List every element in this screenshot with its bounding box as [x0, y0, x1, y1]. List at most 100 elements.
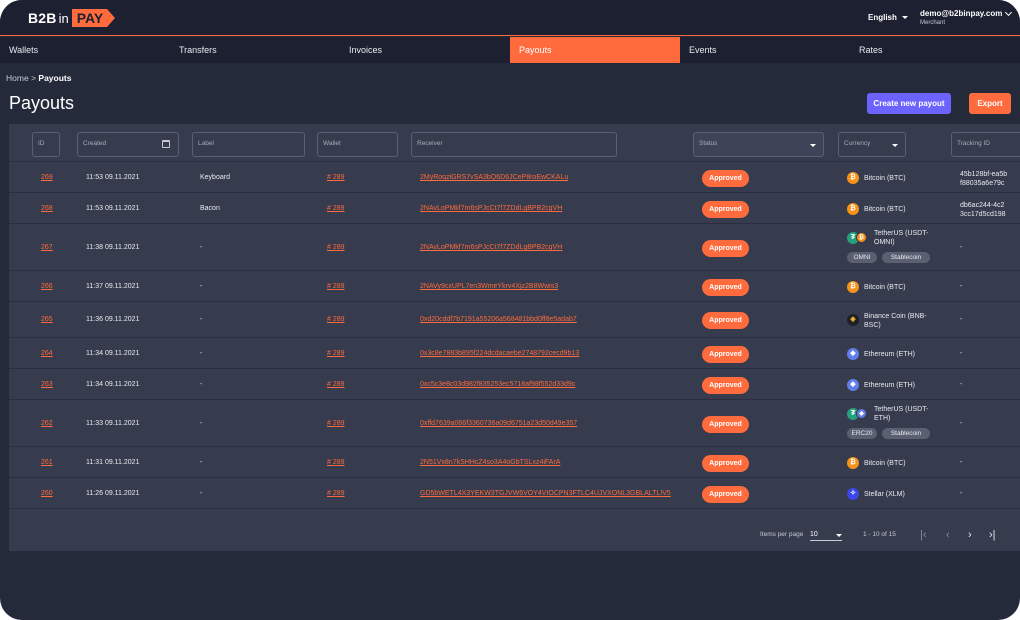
receiver-address-link[interactable]: 2MyRoqziGRS7vSA3bQ6D6JCeP8roEwCKALu: [420, 174, 568, 181]
payout-id-link[interactable]: 260: [41, 490, 53, 497]
first-page-icon[interactable]: |‹: [920, 529, 927, 541]
receiver-address-link[interactable]: 2N51Vx8n7kSHHcZ4so3A4oGbTSLxz4iFArA: [420, 459, 560, 466]
nav-item-rates[interactable]: Rates: [850, 37, 1020, 63]
wallet-link[interactable]: # 289: [327, 350, 345, 357]
receiver-address-link[interactable]: 0xffd7639a066f3360736a09d6751a23d50d49e3…: [420, 420, 577, 427]
receiver-address-link[interactable]: GD5bWETL4X3YEKW3TGJVW6VOY4VIOCPN3FTLC4UJ…: [420, 490, 671, 497]
breadcrumb-separator: >: [31, 73, 37, 83]
table-row[interactable]: 263 11:34 09.11.2021 - # 289 0xc5c3e8c03d982…: [9, 369, 1020, 400]
payout-label: Keyboard: [200, 174, 230, 181]
id-filter[interactable]: ID: [32, 132, 60, 157]
table-row[interactable]: 261 11:31 09.11.2021 - # 289 2N51Vx8n7kSHHcZ…: [9, 447, 1020, 478]
payout-id-link[interactable]: 265: [41, 316, 53, 323]
eth-coin-icon: ◆: [847, 379, 859, 391]
wallet-link[interactable]: # 289: [327, 490, 345, 497]
currency-name-line-1: TetherUS (USDT-: [874, 230, 929, 237]
export-button[interactable]: Export: [969, 93, 1011, 114]
payout-id-link[interactable]: 262: [41, 420, 53, 427]
user-email: demo@b2binpay.com: [920, 9, 1003, 18]
payout-id-link[interactable]: 269: [41, 174, 53, 181]
label-filter[interactable]: Label: [192, 132, 305, 157]
wallet-link[interactable]: # 289: [327, 316, 345, 323]
table-row[interactable]: 268 11:53 09.11.2021 Bacon # 289 2NAvLoPMkf7…: [9, 193, 1020, 224]
nav-item-transfers[interactable]: Transfers: [170, 37, 340, 63]
items-per-page-select[interactable]: 10: [810, 531, 842, 541]
status-badge: Approved: [702, 377, 749, 394]
create-payout-button[interactable]: Create new payout: [867, 93, 951, 114]
calendar-icon[interactable]: [162, 140, 170, 148]
created-filter[interactable]: Created: [77, 132, 179, 157]
breadcrumb-current: Payouts: [38, 73, 72, 83]
tracking-filter[interactable]: Tracking ID: [951, 132, 1020, 157]
prev-page-icon[interactable]: ‹: [946, 529, 950, 541]
table-row[interactable]: 260 11:26 09.11.2021 - # 289 GD5bWETL4X3YEKW…: [9, 478, 1020, 509]
app-frame: B2B in PAY English demo@b2binpay.com Mer…: [0, 0, 1020, 620]
payout-label: -: [200, 350, 203, 357]
currency-select[interactable]: Currency: [838, 132, 906, 157]
wallet-link[interactable]: # 289: [327, 459, 345, 466]
xlm-coin-icon: ✧: [847, 488, 859, 500]
wallet-filter[interactable]: Wallet: [317, 132, 398, 157]
payout-id-link[interactable]: 268: [41, 205, 53, 212]
logo-arrow-icon: [107, 9, 116, 27]
table-row[interactable]: 266 11:37 09.11.2021 - # 289 2NAVy9cxUPL7en3…: [9, 271, 1020, 302]
tracking-id-line-2: f88035a6e79c: [960, 180, 1005, 187]
table-row[interactable]: 265 11:36 09.11.2021 - # 289 0xd20cddf7b7191…: [9, 302, 1020, 338]
logo[interactable]: B2B in PAY: [28, 8, 116, 28]
payout-id-link[interactable]: 266: [41, 283, 53, 290]
receiver-address-link[interactable]: 2NAvLoPMkf7m6sPJcCt7f7ZDdLgBPB2cgVH: [420, 205, 562, 212]
status-badge: Approved: [702, 416, 749, 433]
table-row[interactable]: 269 11:53 09.11.2021 Keyboard # 289 2MyRoqzi…: [9, 162, 1020, 193]
nav-item-payouts[interactable]: Payouts: [510, 37, 680, 63]
user-role: Merchant: [920, 20, 946, 26]
payout-label: -: [200, 490, 203, 497]
currency-tag: Stablecoin: [882, 252, 930, 263]
wallet-link[interactable]: # 289: [327, 381, 345, 388]
tracking-id: -: [960, 316, 963, 323]
tracking-id: 45b128bf-ea5b f88035a6e79c: [960, 170, 1007, 188]
receiver-address-link[interactable]: 0xd20cddf7b7191a55206a568481bbd0ff8e5ada…: [420, 316, 577, 323]
pagination: Items per page 10 1 - 10 of 15 |‹ ‹ › ›|: [9, 519, 1020, 549]
payout-id-link[interactable]: 264: [41, 350, 53, 357]
currency-name-line-2: BSC): [864, 322, 881, 329]
currency-name: TetherUS (USDT- ETH): [874, 405, 928, 423]
payout-id-link[interactable]: 267: [41, 244, 53, 251]
tracking-id-line-1: 45b128bf-ea5b: [960, 171, 1008, 178]
nav-item-wallets[interactable]: Wallets: [0, 37, 170, 63]
items-per-page-label: Items per page: [760, 531, 804, 538]
next-page-icon[interactable]: ›: [968, 529, 972, 541]
table-row[interactable]: 267 11:38 09.11.2021 - # 289 2NAvLoPMkf7m6sP…: [9, 224, 1020, 271]
pagination-range: 1 - 10 of 15: [863, 531, 896, 538]
nav-item-events[interactable]: Events: [680, 37, 850, 63]
wallet-link[interactable]: # 289: [327, 174, 345, 181]
receiver-address-link[interactable]: 0x3c8e7883b895f224dcdacaebe2748792cecd9b…: [420, 350, 579, 357]
status-badge: Approved: [702, 279, 749, 296]
status-select[interactable]: Status: [693, 132, 824, 157]
payout-id-link[interactable]: 263: [41, 381, 53, 388]
status-badge: Approved: [702, 455, 749, 472]
table-row[interactable]: 264 11:34 09.11.2021 - # 289 0x3c8e7883b895f…: [9, 338, 1020, 369]
filter-row: ID Created Label Wallet Receiver Status …: [9, 124, 1020, 162]
user-menu[interactable]: demo@b2binpay.com Merchant: [920, 8, 1013, 26]
table-row[interactable]: 262 11:33 09.11.2021 - # 289 0xffd7639a066f3…: [9, 400, 1020, 447]
wallet-link[interactable]: # 289: [327, 420, 345, 427]
wallet-link[interactable]: # 289: [327, 244, 345, 251]
language-selector[interactable]: English: [868, 13, 908, 22]
currency-name: Bitcoin (BTC): [864, 175, 906, 182]
status-badge: Approved: [702, 170, 749, 187]
last-page-icon[interactable]: ›|: [989, 529, 996, 541]
tracking-id-line-2: 3cc17d5cd198: [960, 211, 1006, 218]
caret-down-icon: [836, 534, 842, 537]
wallet-link[interactable]: # 289: [327, 283, 345, 290]
nav-item-invoices[interactable]: Invoices: [340, 37, 510, 63]
btc-coin-icon: ₿: [847, 172, 859, 184]
receiver-address-link[interactable]: 2NAVy9cxUPL7en3WmeYkrv4Xjz2B8Wwis3: [420, 283, 558, 290]
btc-coin-icon: ₿: [847, 457, 859, 469]
receiver-filter[interactable]: Receiver: [411, 132, 617, 157]
breadcrumb-home[interactable]: Home: [6, 73, 29, 83]
status-badge: Approved: [702, 240, 749, 257]
receiver-address-link[interactable]: 2NAvLoPMkf7m6sPJcCt7f7ZDdLgBPB2cgVH: [420, 244, 562, 251]
receiver-address-link[interactable]: 0xc5c3e8c03d982f835253ec5718af98f552d33d…: [420, 381, 575, 388]
payout-id-link[interactable]: 261: [41, 459, 53, 466]
wallet-link[interactable]: # 289: [327, 205, 345, 212]
